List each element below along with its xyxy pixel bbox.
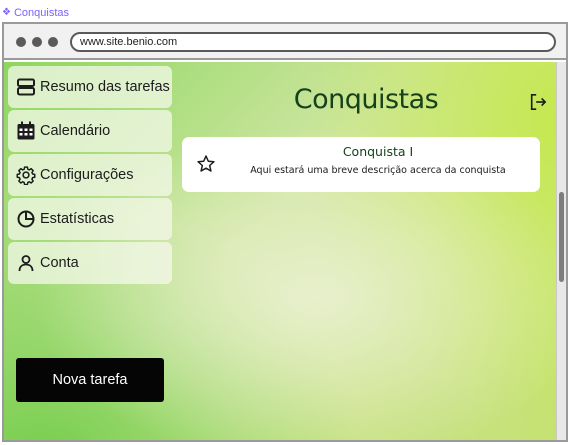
logout-icon[interactable] [529, 93, 547, 111]
browser-toolbar: www.site.benio.com [4, 24, 566, 60]
achievement-title: Conquista I [342, 144, 414, 159]
browser-window: www.site.benio.com Resumo das tarefas Ca… [2, 22, 568, 442]
window-dot-icon [32, 37, 42, 47]
user-icon [18, 255, 34, 272]
star-icon [197, 155, 215, 172]
page-viewport: Resumo das tarefas Calendário Configuraç… [4, 62, 556, 440]
new-task-button[interactable]: Nova tarefa [16, 358, 164, 402]
gear-icon [16, 166, 36, 185]
window-dot-icon [48, 37, 58, 47]
frame-label-text: Conquistas [13, 7, 70, 19]
sidebar-item-conta[interactable]: Conta [8, 242, 172, 284]
achievement-card[interactable]: Conquista I Aqui estará uma breve descri… [182, 137, 540, 192]
frame-label: ❖ Conquistas [2, 6, 69, 20]
sidebar-item-configuracoes[interactable]: Configurações [8, 154, 172, 196]
page-title: Conquistas [293, 84, 439, 115]
sidebar-item-label: Estatísticas [40, 211, 115, 227]
vertical-scrollbar[interactable] [556, 62, 566, 440]
sidebar-item-label: Resumo das tarefas [40, 79, 170, 95]
component-icon: ❖ [2, 7, 11, 18]
sidebar-item-label: Conta [40, 255, 79, 271]
calendar-icon [17, 121, 35, 140]
sidebar-item-calendario[interactable]: Calendário [8, 110, 172, 152]
sidebar-item-label: Configurações [40, 167, 134, 183]
window-dot-icon [16, 37, 26, 47]
sidebar-item-label: Calendário [40, 123, 111, 139]
url-bar[interactable]: www.site.benio.com [70, 32, 556, 52]
pie-chart-icon [17, 210, 35, 228]
sidebar-item-resumo[interactable]: Resumo das tarefas [8, 66, 172, 108]
achievement-description: Aqui estará uma breve descrição acerca d… [250, 165, 506, 176]
summary-icon [17, 78, 35, 96]
scrollbar-thumb[interactable] [559, 192, 564, 282]
sidebar-item-estatisticas[interactable]: Estatísticas [8, 198, 172, 240]
